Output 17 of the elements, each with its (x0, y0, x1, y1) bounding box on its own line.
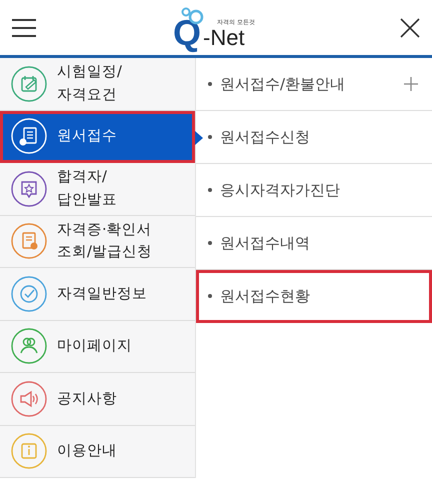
pointer-icon (195, 130, 203, 144)
menu-icon[interactable] (12, 18, 36, 36)
plus-icon[interactable] (404, 77, 418, 91)
menu-item[interactable]: 합격자/ 답안발표 (0, 163, 195, 216)
menu-item[interactable]: 자격증·확인서 조회/발급신청 (0, 216, 195, 268)
logo-letter: Q (173, 14, 202, 50)
submenu-item[interactable]: 원서접수내역 (196, 217, 432, 270)
logo-name: -Net (203, 26, 245, 48)
submenu-item[interactable]: 원서접수현황 (196, 270, 432, 323)
menu-item[interactable]: 마이페이지 (0, 320, 195, 373)
submenu-item[interactable]: 원서접수신청 (196, 111, 432, 164)
submenu-item[interactable]: 원서접수/환불안내 (196, 58, 432, 111)
close-icon[interactable] (400, 18, 420, 38)
menu-item[interactable]: 공지사항 (0, 373, 195, 426)
menu-item[interactable]: 자격일반정보 (0, 268, 195, 320)
submenu-item[interactable]: 응시자격자가진단 (196, 164, 432, 217)
menu-item[interactable]: 이용안내 (0, 426, 195, 478)
